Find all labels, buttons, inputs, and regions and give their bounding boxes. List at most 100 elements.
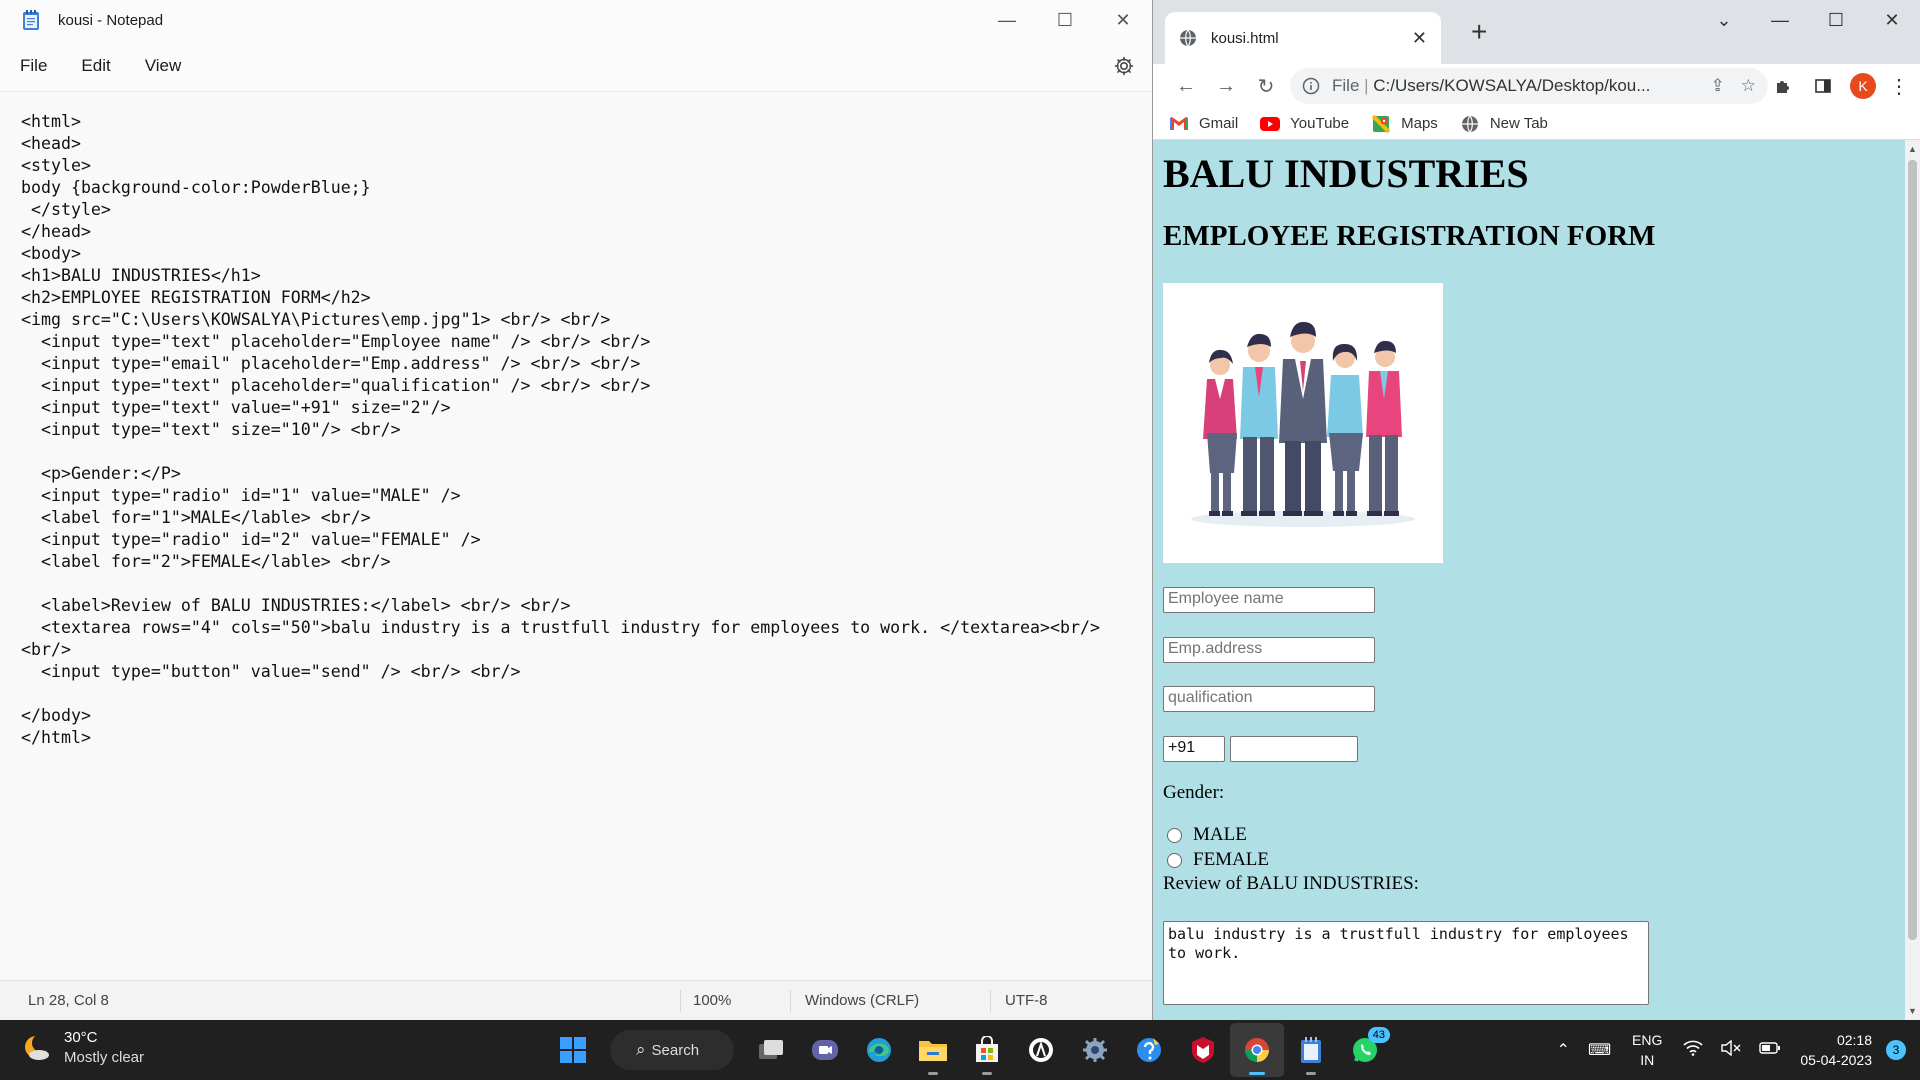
url-text: C:/Users/KOWSALYA/Desktop/kou... [1373, 76, 1651, 95]
phone-code-input[interactable]: +91 [1163, 736, 1225, 762]
menu-file[interactable]: File [10, 48, 57, 84]
profile-avatar[interactable]: K [1847, 70, 1879, 102]
reload-icon[interactable]: ↻ [1247, 67, 1285, 105]
taskbar: 30°C Mostly clear ⌕ Search 43 ⌃ ⌨ ENG IN [0, 1020, 1920, 1080]
whatsapp-button[interactable]: 43 [1338, 1023, 1392, 1077]
phone-number-input[interactable] [1230, 736, 1358, 762]
globe-icon [1180, 29, 1196, 47]
code-line: <input type="button" value="send" /> <br… [21, 662, 521, 681]
notification-badge[interactable]: 3 [1886, 1040, 1906, 1060]
folder-icon [919, 1041, 947, 1061]
microsoft-store-button[interactable] [960, 1023, 1014, 1077]
taskbar-search[interactable]: ⌕ Search [610, 1030, 734, 1070]
weather-widget[interactable]: 30°C Mostly clear [22, 1028, 144, 1068]
app-circle-button[interactable] [1014, 1023, 1068, 1077]
male-radio[interactable] [1167, 828, 1182, 843]
chrome-close-button[interactable]: ✕ [1864, 0, 1920, 40]
help-icon [1137, 1038, 1161, 1062]
keyboard-icon[interactable]: ⌨ [1588, 1040, 1611, 1060]
mcafee-button[interactable] [1176, 1023, 1230, 1077]
menu-view[interactable]: View [135, 48, 192, 84]
menubar: File Edit View [0, 40, 1152, 92]
code-line: <img src="C:\Users\KOWSALYA\Pictures\emp… [21, 310, 611, 329]
forward-arrow-icon[interactable]: → [1207, 67, 1245, 105]
file-explorer-button[interactable] [906, 1023, 960, 1077]
back-arrow-icon[interactable]: ← [1167, 67, 1205, 105]
bookmark-star-icon[interactable]: ☆ [1741, 76, 1756, 96]
settings-gear-icon[interactable] [1112, 54, 1136, 78]
emp-address-input[interactable]: Emp.address [1163, 637, 1375, 663]
wifi-icon[interactable] [1683, 1040, 1703, 1061]
start-button[interactable] [546, 1023, 600, 1077]
employees-image [1163, 283, 1443, 563]
bookmark-new-tab[interactable]: New Tab [1460, 115, 1548, 132]
weather-desc: Mostly clear [64, 1049, 145, 1066]
tab-search-chevron-icon[interactable]: ⌄ [1696, 0, 1752, 40]
gender-label: Gender: [1163, 782, 1225, 803]
teams-chat-button[interactable] [798, 1023, 852, 1077]
status-bar: Ln 28, Col 8 100% Windows (CRLF) UTF-8 [0, 980, 1152, 1020]
female-label[interactable]: FEMALE [1193, 849, 1269, 871]
new-tab-button[interactable]: + [1471, 16, 1487, 48]
scroll-thumb[interactable] [1908, 160, 1917, 940]
chevron-up-icon[interactable]: ⌃ [1557, 1040, 1570, 1060]
clock-time: 02:18 [1836, 1032, 1872, 1048]
close-button[interactable]: ✕ [1094, 0, 1152, 40]
clock-date: 05-04-2023 [1800, 1052, 1872, 1068]
bookmark-maps[interactable]: Maps [1371, 114, 1438, 133]
system-tray: ⌃ ⌨ ENG IN 02:18 05-04-2023 3 [1548, 1020, 1920, 1080]
minimize-button[interactable]: — [978, 0, 1036, 40]
clock[interactable]: 02:18 05-04-2023 [1800, 1030, 1872, 1070]
language-indicator[interactable]: ENG IN [1632, 1030, 1662, 1070]
task-view-button[interactable] [744, 1023, 798, 1077]
edge-browser-button[interactable] [852, 1023, 906, 1077]
address-bar[interactable]: File | C:/Users/KOWSALYA/Desktop/kou... … [1290, 68, 1768, 104]
extensions-puzzle-icon[interactable] [1767, 70, 1799, 102]
page-scrollbar[interactable]: ▲ ▼ [1905, 140, 1920, 1020]
review-textarea[interactable]: balu industry is a trustfull industry fo… [1163, 921, 1649, 1005]
male-label[interactable]: MALE [1193, 824, 1247, 846]
battery-icon[interactable] [1759, 1041, 1781, 1060]
maximize-button[interactable]: ☐ [1036, 0, 1094, 40]
bookmark-gmail[interactable]: Gmail [1169, 115, 1238, 132]
speaker-muted-icon[interactable] [1721, 1039, 1741, 1061]
tab-kousi[interactable]: kousi.html ✕ [1165, 12, 1441, 64]
placeholder-text: Employee name [1168, 590, 1284, 607]
side-panel-icon[interactable] [1807, 70, 1839, 102]
menu-edit[interactable]: Edit [71, 48, 120, 84]
female-radio[interactable] [1167, 853, 1182, 868]
page-subheading: EMPLOYEE REGISTRATION FORM [1163, 220, 1656, 252]
scroll-up-icon[interactable]: ▲ [1908, 144, 1917, 154]
code-line: <p>Gender:</P> [21, 464, 181, 483]
chrome-button[interactable] [1230, 1023, 1284, 1077]
review-label: Review of BALU INDUSTRIES: [1163, 873, 1419, 894]
placeholder-text: Emp.address [1168, 640, 1263, 657]
whatsapp-badge: 43 [1367, 1027, 1390, 1043]
qualification-input[interactable]: qualification [1163, 686, 1375, 712]
notepad-button[interactable] [1284, 1023, 1338, 1077]
scroll-down-icon[interactable]: ▼ [1908, 1006, 1917, 1016]
avatar: K [1850, 73, 1876, 99]
bookmark-label: Gmail [1199, 115, 1239, 132]
settings-button[interactable] [1068, 1023, 1122, 1077]
code-line: <label for="1">MALE</lable> <br/> [21, 508, 371, 527]
line-ending: Windows (CRLF) [805, 992, 920, 1009]
chrome-menu-icon[interactable]: ⋮ [1883, 70, 1915, 102]
bookmark-youtube[interactable]: YouTube [1260, 115, 1349, 132]
placeholder-text: qualification [1168, 689, 1253, 706]
text-editor-area[interactable]: <html> <head> <style> body {background-colo… [0, 92, 1152, 980]
help-button[interactable] [1122, 1023, 1176, 1077]
info-icon[interactable] [1302, 77, 1320, 95]
share-icon[interactable]: ⇪ [1711, 76, 1725, 96]
encoding: UTF-8 [1005, 992, 1048, 1009]
tab-close-icon[interactable]: ✕ [1412, 28, 1427, 49]
shield-icon [1192, 1037, 1214, 1063]
chrome-maximize-button[interactable]: ☐ [1808, 0, 1864, 40]
task-view-icon [759, 1040, 783, 1059]
code-line: <textarea rows="4" cols="50">balu indust… [21, 618, 1100, 637]
employee-name-input[interactable]: Employee name [1163, 587, 1375, 613]
chrome-minimize-button[interactable]: — [1752, 0, 1808, 40]
bookmarks-bar: Gmail YouTube Maps New Tab [1153, 108, 1920, 140]
code-line: </html> [21, 728, 91, 747]
